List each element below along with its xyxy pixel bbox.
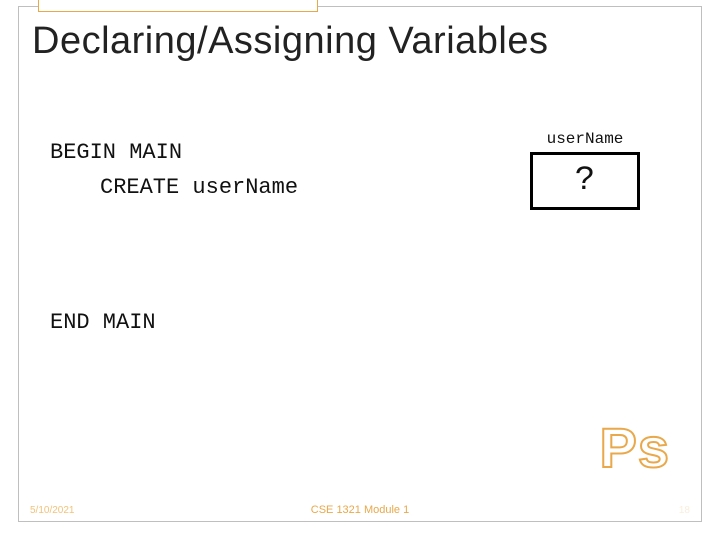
accent-strip [38,0,318,12]
code-block: BEGIN MAIN CREATE userName [50,135,298,205]
code-line-create: CREATE userName [50,170,298,205]
ps-badge: Ps [600,415,671,480]
variable-value: ? [575,162,595,200]
variable-label: userName [530,130,640,148]
variable-box: ? [530,152,640,210]
footer-page-number: 18 [679,505,690,516]
slide: Declaring/Assigning Variables BEGIN MAIN… [0,0,720,540]
code-line-end: END MAIN [50,310,156,335]
slide-title: Declaring/Assigning Variables [32,20,549,63]
code-line-begin: BEGIN MAIN [50,135,298,170]
footer-center: CSE 1321 Module 1 [0,504,720,516]
